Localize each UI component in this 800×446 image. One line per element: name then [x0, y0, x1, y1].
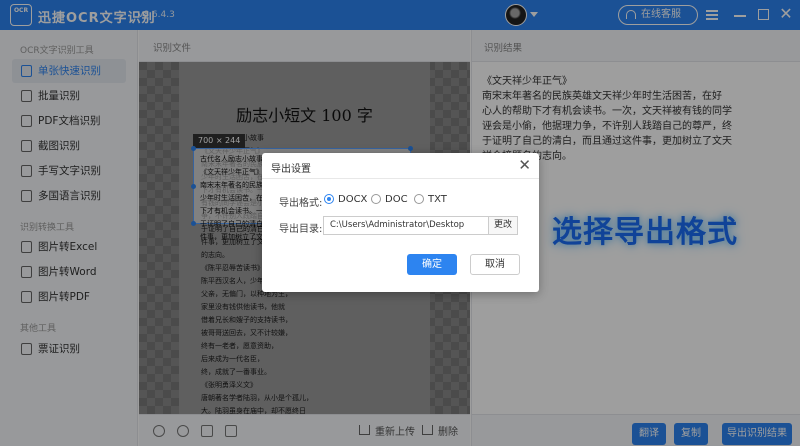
radio-unchecked-icon: [414, 194, 424, 204]
format-radio-txt[interactable]: TXT: [414, 194, 447, 205]
export-dir-label: 导出目录:: [279, 224, 323, 235]
format-label: DOCX: [338, 194, 368, 205]
export-settings-dialog: 导出设置 ✕ 导出格式: DOCX DOC TXT 导出目录: C:\Users…: [262, 153, 539, 292]
format-label: DOC: [385, 194, 408, 205]
export-format-label: 导出格式:: [279, 198, 323, 209]
confirm-button[interactable]: 确定: [407, 254, 457, 275]
cancel-button[interactable]: 取消: [470, 254, 520, 275]
radio-unchecked-icon: [371, 194, 381, 204]
dialog-title: 导出设置: [271, 164, 311, 175]
change-dir-button[interactable]: 更改: [488, 216, 518, 235]
format-radio-docx[interactable]: DOCX: [324, 194, 367, 205]
export-dir-field[interactable]: C:\Users\Administrator\Desktop: [323, 216, 489, 235]
format-label: TXT: [428, 194, 447, 205]
dialog-header: 导出设置 ✕: [262, 153, 539, 179]
close-icon[interactable]: ✕: [518, 156, 531, 174]
format-radio-doc[interactable]: DOC: [371, 194, 408, 205]
radio-checked-icon: [324, 194, 334, 204]
